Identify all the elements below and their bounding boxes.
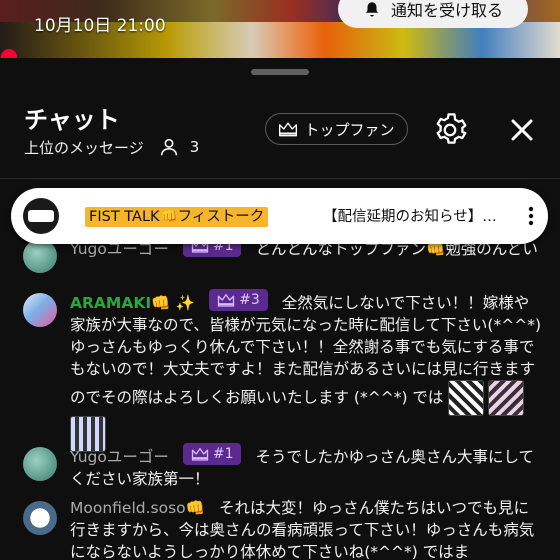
video-player[interactable]: 10月10日 21:00 通知を受け取る [0,0,560,58]
member-badge: #1 [182,443,242,465]
avatar[interactable] [23,239,57,273]
badge-rank: #3 [239,292,260,308]
sticker-emoji [448,380,485,416]
member-badge: #3 [209,289,268,311]
avatar[interactable] [23,293,57,327]
more-vertical-icon [528,206,534,226]
message-author[interactable]: Yugoユーゴー [70,448,169,466]
avatar[interactable] [23,447,57,481]
sticker-emoji [488,380,525,416]
settings-button[interactable] [432,112,468,148]
pinned-author[interactable]: FIST TALK👊フィストーク [85,207,269,227]
notify-button[interactable]: 通知を受け取る [338,0,528,28]
chat-mode-selector[interactable]: 上位のメッセージ 3 [24,136,199,158]
crown-icon [191,448,209,461]
pinned-text: 【配信延期のお知らせ】… [323,209,497,225]
chat-title: チャット [24,106,120,134]
viewer-count: 3 [189,138,200,156]
chat-mode-label: 上位のメッセージ [24,138,144,157]
video-schedule-date: 10月10日 21:00 [34,16,166,36]
header-divider [0,178,560,179]
pinned-message[interactable]: FIST TALK👊フィストーク 【配信延期のお知らせ】… [11,188,548,244]
top-fan-button[interactable]: トップファン [265,113,408,145]
message-author[interactable]: ARAMAKI👊 ✨ [70,294,195,312]
close-button[interactable] [504,112,540,148]
chat-panel: チャット 上位のメッセージ 3 トップファン Yugoユーゴー #1 とんとんなトッ… [0,58,560,560]
bell-icon [365,2,378,17]
avatar[interactable] [23,501,57,535]
notify-label: 通知を受け取る [390,1,503,20]
channel-logo [28,210,54,222]
more-options-button[interactable] [519,204,543,228]
badge-rank: #1 [212,446,234,462]
top-fan-label: トップファン [304,120,395,139]
crown-icon [217,294,235,307]
message-list[interactable]: Yugoユーゴー #1 とんとんなトップファン👊勉強のんどい ARAMAKI👊 ✨ #… [0,235,560,560]
avatar[interactable] [23,198,59,234]
close-icon [511,119,533,141]
message-author[interactable]: Moonfield.soso👊 [70,499,205,517]
drag-handle[interactable] [251,69,309,75]
person-icon [160,138,177,156]
crown-icon [279,122,298,137]
gear-icon [436,113,467,144]
